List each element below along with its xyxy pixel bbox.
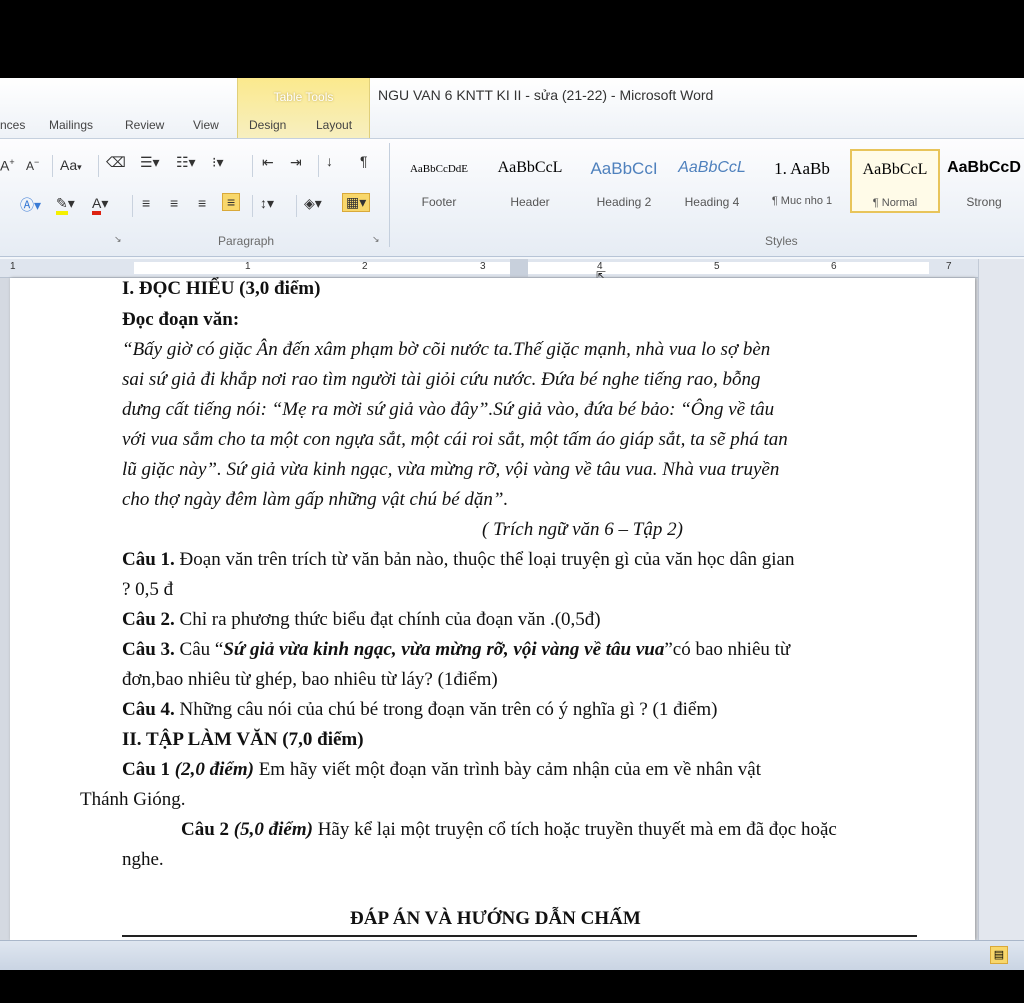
ruler-number: 3	[480, 261, 486, 272]
separator	[296, 195, 297, 217]
window-title: NGU VAN 6 KNTT KI II - sửa (21-22) - Mic…	[378, 87, 714, 103]
question-3-continued: đơn,bao nhiêu từ ghép, bao nhiêu từ láy?…	[122, 669, 498, 690]
separator	[318, 155, 319, 177]
style-normal[interactable]: AaBbCcL ¶ Normal	[850, 149, 940, 213]
ruler-number: 5	[714, 261, 720, 272]
title-bar: Table Tools NGU VAN 6 KNTT KI II - sửa (…	[0, 78, 1024, 138]
question-2: Câu 2. Chỉ ra phương thức biểu đạt chính…	[122, 609, 601, 630]
ruler-number: 1	[245, 261, 251, 272]
show-marks-icon[interactable]: ¶	[360, 153, 368, 169]
ruler-number: 6	[831, 261, 837, 272]
print-layout-view-icon[interactable]: ▤	[990, 946, 1008, 964]
style-header[interactable]: AaBbCcL Header	[490, 149, 570, 213]
document-area: I. ĐỌC HIỂU (3,0 điểm) Đọc đoạn văn: “Bấ…	[0, 278, 978, 940]
multilevel-list-icon[interactable]: ⁝▾	[212, 154, 223, 171]
borders-icon[interactable]: ▦▾	[342, 193, 371, 212]
question-3: Câu 3. Câu “Sứ giả vừa kinh ngạc, vừa mừ…	[122, 639, 791, 660]
separator	[252, 155, 253, 177]
passage-source: ( Trích ngữ văn 6 – Tập 2)	[482, 519, 683, 540]
styles-group-label: Styles	[765, 234, 798, 248]
tab-layout[interactable]: Layout	[316, 118, 352, 132]
question-4: Câu 4. Những câu nói của chú bé trong đo…	[122, 699, 718, 720]
tab-mailings[interactable]: Mailings	[49, 118, 93, 132]
passage-line: sai sứ giả đi khắp nơi rao tìm người tài…	[122, 369, 761, 390]
ruler-text-area	[134, 262, 929, 274]
tab-design[interactable]: Design	[249, 118, 286, 132]
shrink-font-button[interactable]: A−	[26, 157, 39, 173]
section-heading-writing: II. TẬP LÀM VĂN (7,0 điểm)	[122, 729, 364, 750]
text-effects-icon[interactable]: Ⓐ▾	[20, 195, 41, 215]
writing-question-2-continued: nghe.	[122, 849, 164, 870]
style-heading-4[interactable]: AaBbCcL Heading 4	[672, 149, 752, 213]
writing-question-2: Câu 2 (5,0 điểm) Hãy kể lại một truyện c…	[181, 819, 837, 840]
increase-indent-icon[interactable]: ⇥	[290, 154, 302, 171]
group-divider	[389, 143, 390, 247]
font-color-icon[interactable]: A▾	[92, 195, 108, 215]
numbering-icon[interactable]: ☷▾	[176, 154, 196, 171]
horizontal-ruler[interactable]: 1 1 2 3 4 5 6 7 ⇱	[0, 259, 978, 283]
word-window: Table Tools NGU VAN 6 KNTT KI II - sửa (…	[0, 78, 1024, 970]
tab-review[interactable]: Review	[125, 118, 164, 132]
document-page[interactable]: I. ĐỌC HIỂU (3,0 điểm) Đọc đoạn văn: “Bấ…	[10, 278, 975, 940]
passage-line: cho thợ ngày đêm làm gấp những vật chú b…	[122, 489, 509, 510]
passage-line: dưng cất tiếng nói: “Mẹ ra mời sứ giả và…	[122, 399, 775, 420]
status-bar: ▤	[0, 940, 1024, 970]
table-tools-label: Table Tools	[273, 90, 334, 104]
decrease-indent-icon[interactable]: ⇤	[262, 154, 274, 171]
table-top-border	[122, 935, 917, 937]
change-case-button[interactable]: Aa▾	[60, 157, 82, 173]
tab-view[interactable]: View	[193, 118, 219, 132]
bullets-icon[interactable]: ☰▾	[140, 154, 160, 171]
font-dialog-launcher-icon[interactable]: ↘	[114, 234, 122, 245]
ruler-number: 1	[10, 261, 16, 272]
align-center-icon[interactable]: ≡	[170, 195, 178, 211]
answer-key-heading: ĐÁP ÁN VÀ HƯỚNG DẪN CHẤM	[350, 908, 641, 929]
grow-font-button[interactable]: A+	[0, 157, 15, 174]
ribbon: A+ A− Aa▾ ⌫ ☰▾ ☷▾ ⁝▾ ⇤ ⇥ ↓ ¶ Ⓐ▾ ✎▾ A▾ ≡ …	[0, 138, 1024, 257]
align-left-icon[interactable]: ≡	[142, 195, 150, 211]
vertical-scrollbar[interactable]	[978, 259, 1024, 940]
style-strong[interactable]: AaBbCcD Strong	[944, 149, 1024, 213]
writing-question-1: Câu 1 (2,0 điểm) Em hãy viết một đoạn vă…	[122, 759, 761, 780]
sort-icon[interactable]: ↓	[326, 153, 333, 169]
separator	[98, 155, 99, 177]
style-heading-2[interactable]: AaBbCcI Heading 2	[582, 149, 666, 213]
ruler-column-marker[interactable]	[510, 259, 528, 277]
ruler-number: 7	[946, 261, 952, 272]
passage-line: với vua sắm cho ta một con ngựa sắt, một…	[122, 429, 788, 450]
paragraph-dialog-launcher-icon[interactable]: ↘	[372, 234, 380, 245]
style-footer[interactable]: AaBbCcDdE Footer	[399, 149, 479, 213]
clear-format-icon[interactable]: ⌫	[106, 154, 126, 171]
paragraph-group-label: Paragraph	[218, 234, 275, 248]
line-spacing-icon[interactable]: ↕▾	[260, 195, 274, 212]
passage-line: “Bấy giờ có giặc Ân đến xâm phạm bờ cõi …	[122, 339, 771, 360]
separator	[252, 195, 253, 217]
align-right-icon[interactable]: ≡	[198, 195, 206, 211]
section-heading-reading: I. ĐỌC HIỂU (3,0 điểm)	[122, 278, 321, 299]
tab-references[interactable]: nces	[0, 118, 25, 132]
writing-question-1-continued: Thánh Gióng.	[80, 789, 186, 810]
style-muc-nho-1[interactable]: 1. AaBb ¶ Muc nho 1	[762, 149, 842, 213]
passage-line: lũ giặc này”. Sứ giả vừa kinh ngạc, vừa …	[122, 459, 780, 480]
shading-icon[interactable]: ◈▾	[304, 195, 322, 212]
question-1: Câu 1. Đoạn văn trên trích từ văn bản nà…	[122, 549, 795, 570]
justify-icon[interactable]: ≡	[222, 193, 241, 211]
ruler-number: 2	[362, 261, 368, 272]
question-1-continued: ? 0,5 đ	[122, 579, 174, 600]
separator	[52, 155, 53, 177]
instruction-read-passage: Đọc đoạn văn:	[122, 309, 240, 330]
highlight-icon[interactable]: ✎▾	[56, 195, 75, 215]
separator	[132, 195, 133, 217]
